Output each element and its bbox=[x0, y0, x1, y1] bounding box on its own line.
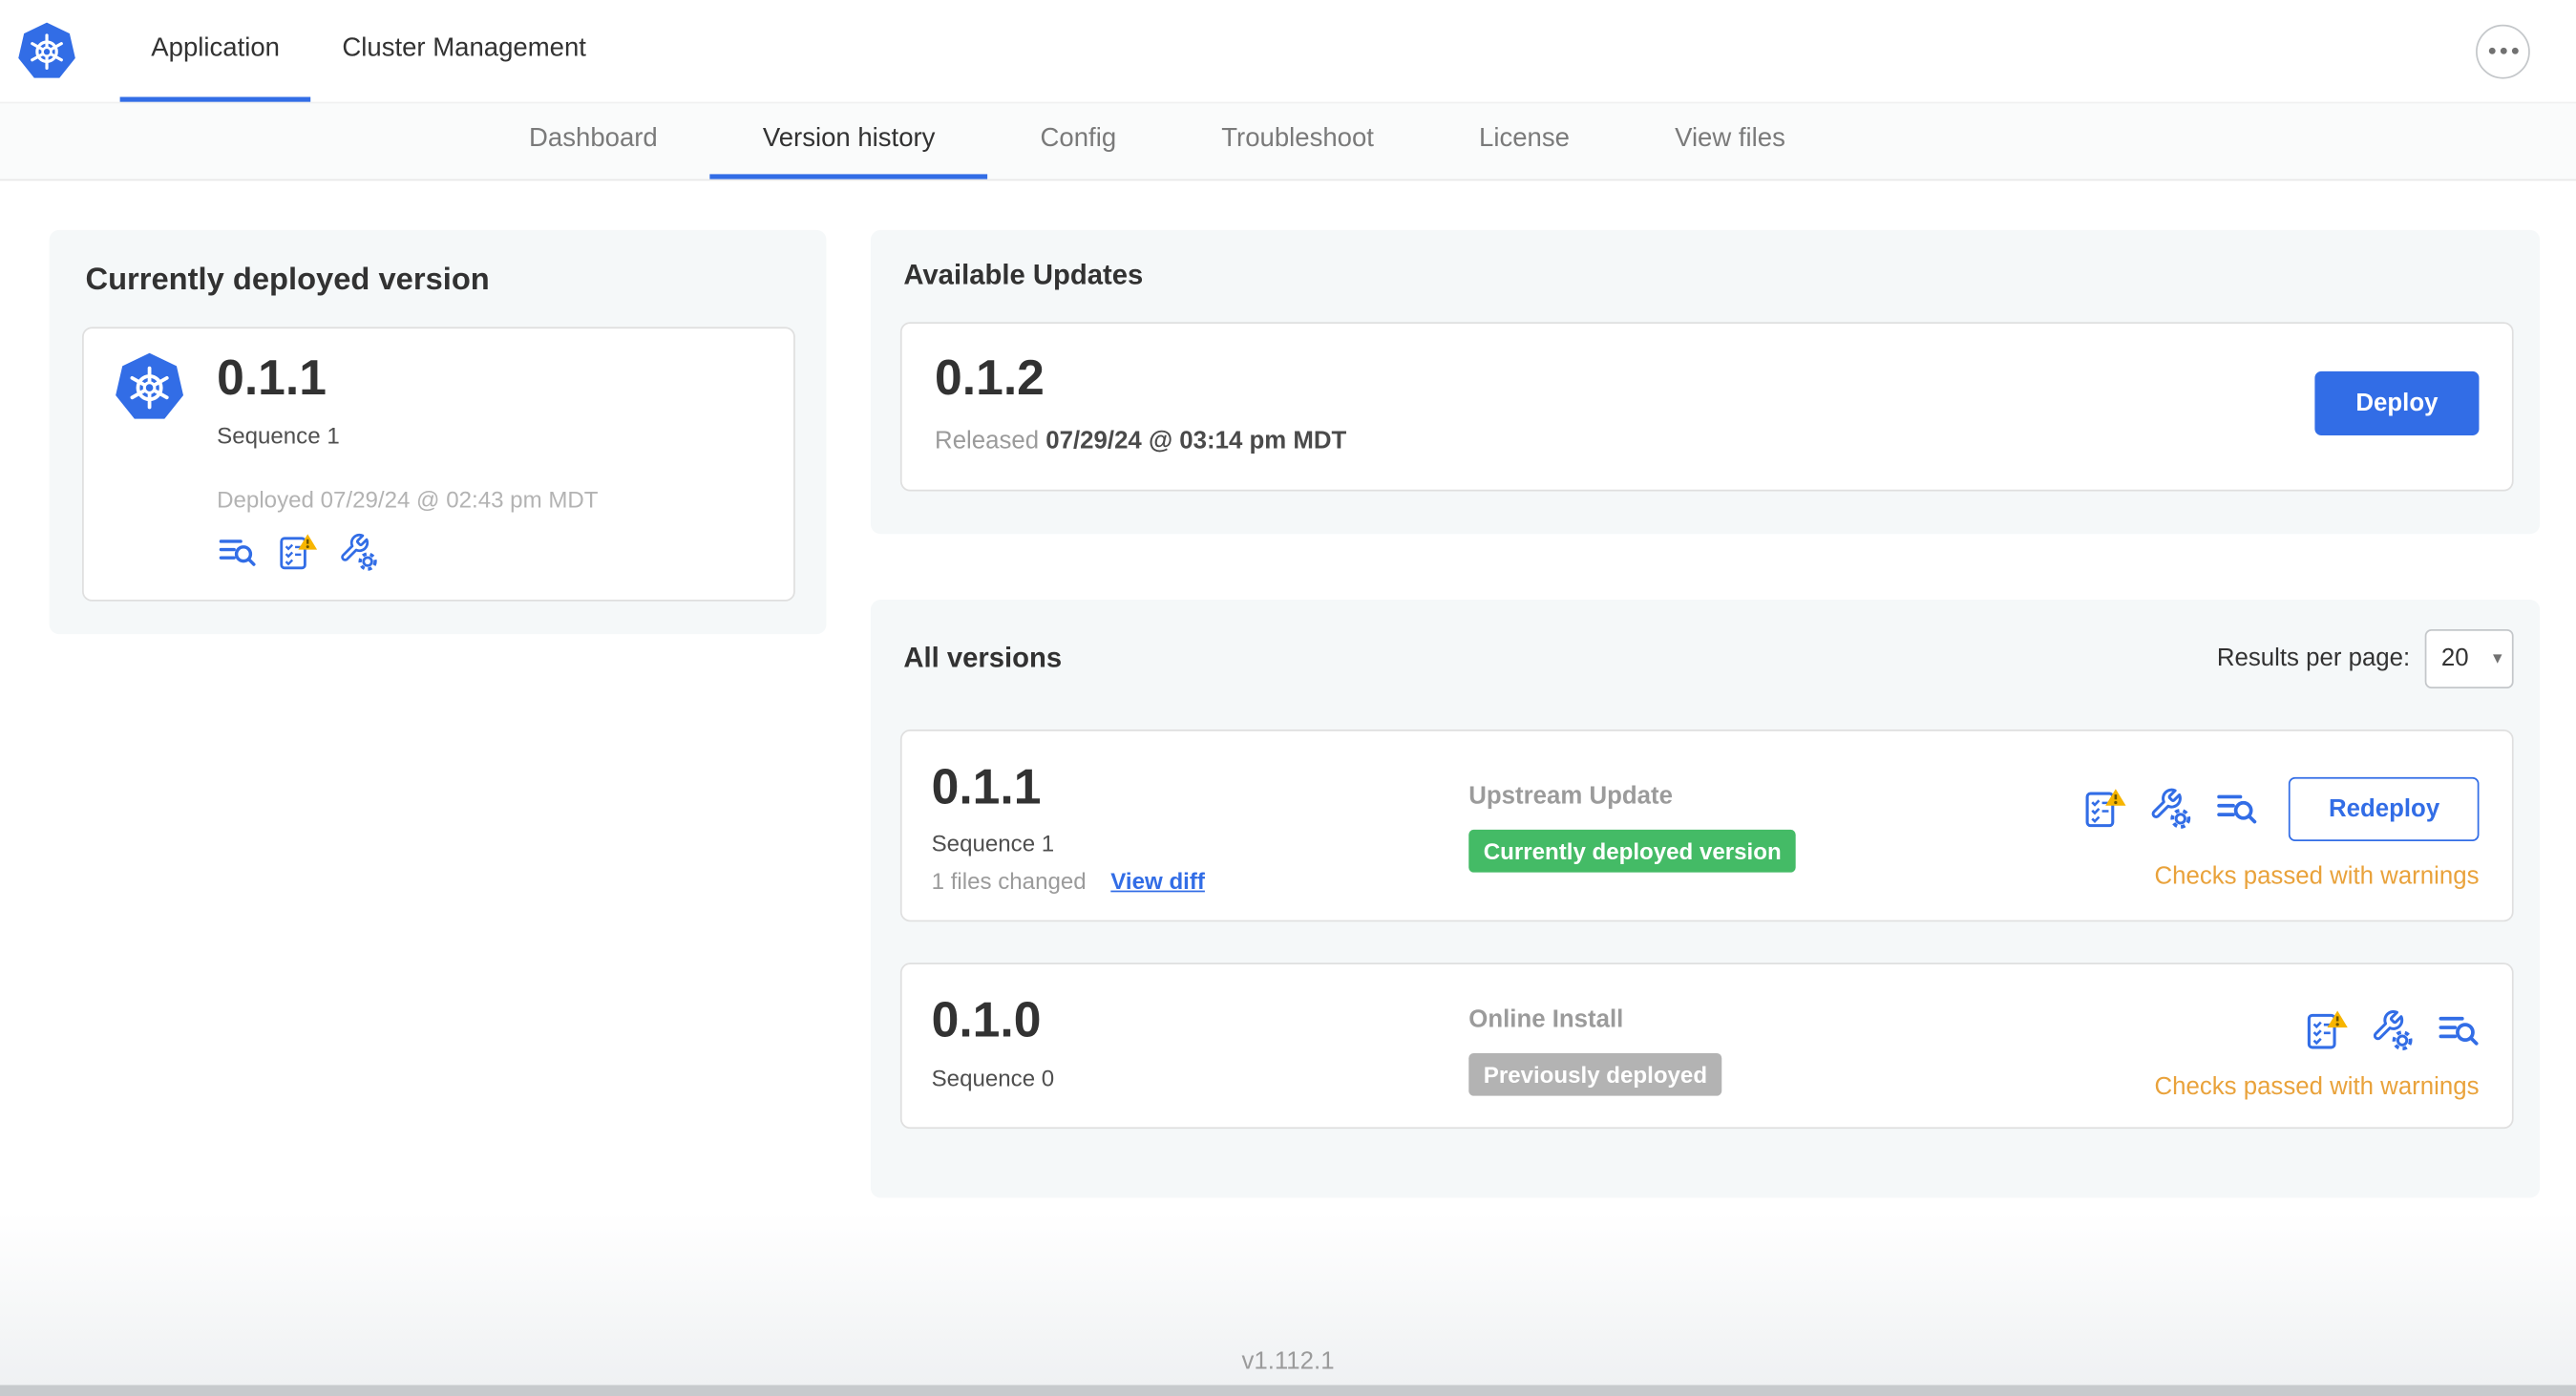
status-badge: Previously deployed bbox=[1468, 1052, 1722, 1096]
footer: v1.112.1 bbox=[0, 1212, 2576, 1396]
tab-config[interactable]: Config bbox=[987, 103, 1169, 179]
preflight-checks-warning-icon[interactable] bbox=[2305, 1008, 2348, 1051]
tab-version-history-label: Version history bbox=[762, 123, 936, 153]
row-sequence: Sequence 1 bbox=[931, 829, 1055, 857]
redeploy-button[interactable]: Redeploy bbox=[2289, 776, 2480, 841]
current-version-number: 0.1.1 bbox=[217, 351, 327, 407]
ellipsis-dot bbox=[2511, 47, 2518, 54]
version-action-icons: Redeploy bbox=[2084, 776, 2480, 841]
kubernetes-logo-icon bbox=[114, 351, 186, 571]
version-row: 0.1.1 Sequence 1 1 files changed View di… bbox=[899, 729, 2514, 922]
update-released-line: Released 07/29/24 @ 03:14 pm MDT bbox=[935, 427, 1346, 455]
tab-config-label: Config bbox=[1040, 123, 1117, 153]
page: Application Cluster Management Dashboard… bbox=[0, 0, 2576, 1396]
results-per-page-select-wrap: 20 ▾ bbox=[2424, 628, 2514, 688]
tab-dashboard-label: Dashboard bbox=[529, 123, 658, 153]
status-badge: Currently deployed version bbox=[1468, 829, 1797, 872]
view-diff-link[interactable]: View diff bbox=[1110, 868, 1205, 895]
current-version-actions bbox=[217, 532, 598, 571]
files-changed-line: 1 files changed View diff bbox=[932, 868, 1469, 895]
version-source-label: Upstream Update bbox=[1468, 781, 1673, 810]
version-row-actions: Redeploy Checks passed with warnings bbox=[2084, 760, 2480, 890]
diff-icon[interactable] bbox=[2215, 787, 2258, 830]
version-row: 0.1.0 Sequence 0 Online Install Previous… bbox=[899, 962, 2514, 1130]
ellipsis-menu-button[interactable] bbox=[2476, 23, 2530, 78]
released-prefix: Released bbox=[935, 426, 1040, 455]
top-nav: Application Cluster Management bbox=[0, 0, 2576, 104]
preflight-checks-warning-icon[interactable] bbox=[2084, 787, 2127, 830]
tab-troubleshoot[interactable]: Troubleshoot bbox=[1169, 103, 1426, 179]
current-version-info: 0.1.1 Sequence 1 Deployed 07/29/24 @ 02:… bbox=[217, 351, 599, 571]
version-row-source: Online Install Previously deployed bbox=[1468, 994, 2154, 1096]
tab-application-label: Application bbox=[151, 33, 280, 62]
sub-nav: Dashboard Version history Config Trouble… bbox=[0, 103, 2576, 181]
files-changed-label: 1 files changed bbox=[931, 867, 1087, 895]
released-date: 07/29/24 @ 03:14 pm MDT bbox=[1045, 426, 1347, 455]
all-versions-header: All versions Results per page: 20 ▾ bbox=[900, 628, 2514, 688]
config-icon[interactable] bbox=[338, 532, 377, 571]
current-version-deployed-date: Deployed 07/29/24 @ 02:43 pm MDT bbox=[217, 485, 599, 512]
current-version-title: Currently deployed version bbox=[85, 263, 490, 298]
checks-status-text: Checks passed with warnings bbox=[2154, 861, 2480, 890]
tab-version-history[interactable]: Version history bbox=[709, 103, 988, 180]
preflight-checks-warning-icon[interactable] bbox=[278, 532, 317, 571]
tab-license-label: License bbox=[1479, 123, 1570, 153]
row-version-number: 0.1.0 bbox=[931, 993, 1042, 1048]
row-version-number: 0.1.1 bbox=[931, 759, 1042, 814]
results-per-page: Results per page: 20 ▾ bbox=[2216, 628, 2514, 688]
kubernetes-logo-icon bbox=[16, 0, 77, 102]
tab-view-files[interactable]: View files bbox=[1622, 103, 1838, 179]
tab-cluster-management-label: Cluster Management bbox=[342, 33, 586, 62]
available-update-info: 0.1.2 Released 07/29/24 @ 03:14 pm MDT bbox=[935, 351, 1346, 455]
top-tabs: Application Cluster Management bbox=[119, 0, 618, 102]
right-column: Available Updates 0.1.2 Released 07/29/2… bbox=[870, 229, 2541, 1198]
ellipsis-dot bbox=[2487, 47, 2495, 54]
current-version-inner-card: 0.1.1 Sequence 1 Deployed 07/29/24 @ 02:… bbox=[82, 327, 795, 601]
tab-view-files-label: View files bbox=[1675, 123, 1785, 153]
console-version-text: v1.112.1 bbox=[1241, 1346, 1335, 1376]
tab-application[interactable]: Application bbox=[119, 0, 311, 102]
version-row-source: Upstream Update Currently deployed versi… bbox=[1468, 760, 2083, 872]
version-row-actions: Checks passed with warnings bbox=[2154, 994, 2479, 1101]
config-icon[interactable] bbox=[2371, 1008, 2414, 1051]
row-sequence: Sequence 0 bbox=[931, 1064, 1055, 1090]
tab-dashboard[interactable]: Dashboard bbox=[476, 103, 710, 179]
tab-cluster-management[interactable]: Cluster Management bbox=[311, 0, 618, 102]
update-version-number: 0.1.2 bbox=[935, 351, 1045, 407]
available-updates-title: Available Updates bbox=[903, 259, 1144, 291]
main-content: Currently deployed version 0.1.1 Sequenc… bbox=[0, 180, 2576, 1213]
version-action-icons bbox=[2305, 1008, 2479, 1051]
tab-license[interactable]: License bbox=[1426, 103, 1622, 179]
results-per-page-label: Results per page: bbox=[2216, 644, 2411, 672]
current-version-card: Currently deployed version 0.1.1 Sequenc… bbox=[49, 229, 827, 634]
available-update-row: 0.1.2 Released 07/29/24 @ 03:14 pm MDT D… bbox=[899, 322, 2514, 491]
version-source-label: Online Install bbox=[1468, 1005, 1624, 1034]
deploy-button[interactable]: Deploy bbox=[2314, 370, 2480, 435]
diff-icon[interactable] bbox=[217, 532, 256, 571]
version-row-info: 0.1.0 Sequence 0 bbox=[932, 994, 1469, 1090]
diff-icon[interactable] bbox=[2437, 1008, 2480, 1051]
bottom-edge-bar bbox=[0, 1385, 2576, 1396]
ellipsis-dot bbox=[2499, 47, 2506, 54]
version-row-info: 0.1.1 Sequence 1 1 files changed View di… bbox=[932, 760, 1469, 894]
config-icon[interactable] bbox=[2149, 787, 2192, 830]
current-version-sequence: Sequence 1 bbox=[217, 421, 340, 448]
available-updates-card: Available Updates 0.1.2 Released 07/29/2… bbox=[870, 229, 2541, 534]
tab-troubleshoot-label: Troubleshoot bbox=[1221, 123, 1374, 153]
all-versions-card: All versions Results per page: 20 ▾ 0.1.… bbox=[870, 599, 2541, 1198]
all-versions-title: All versions bbox=[903, 641, 1063, 673]
checks-status-text: Checks passed with warnings bbox=[2154, 1072, 2480, 1101]
results-per-page-select[interactable]: 20 bbox=[2424, 628, 2514, 688]
